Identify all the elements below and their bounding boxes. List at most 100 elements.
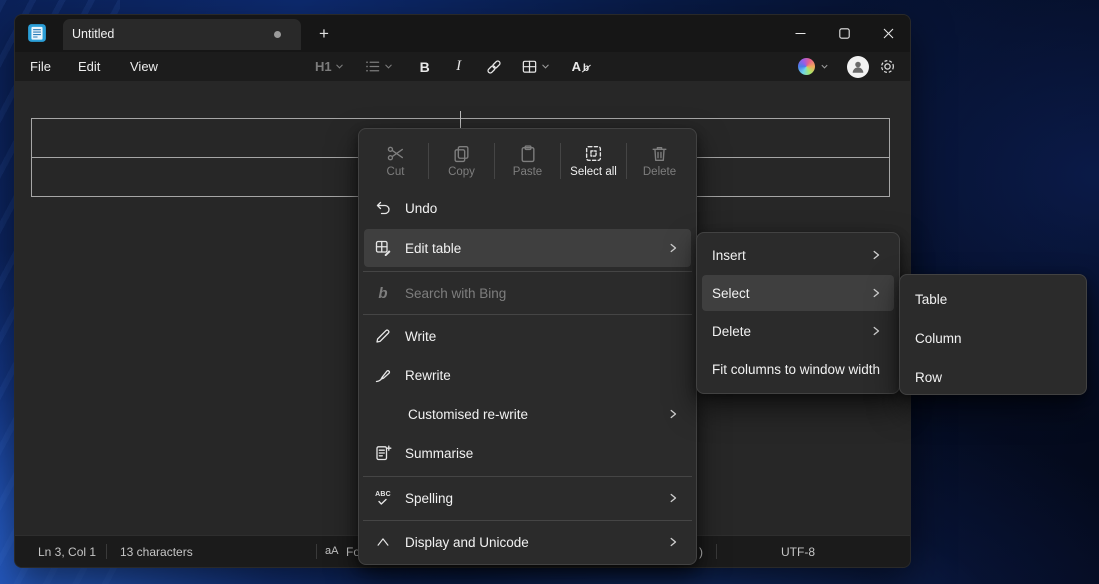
menu-view[interactable]: View [124,52,164,81]
menu-separator [363,271,692,272]
menu-item-label: Display and Unicode [405,535,529,550]
tab-title: Untitled [72,27,114,41]
minimize-icon [795,28,806,39]
maximize-button[interactable] [822,15,866,51]
minimize-button[interactable] [778,15,822,51]
submenu-item-select[interactable]: Select [702,275,894,311]
encoding-indicator: UTF-8 [781,545,815,559]
menu-separator [363,520,692,521]
menu-edit[interactable]: Edit [72,52,106,81]
copilot-dropdown[interactable] [798,58,829,76]
chevron-down-icon [820,58,829,76]
menu-item-write[interactable]: Write [364,317,691,355]
menu-item-display-and-unicode[interactable]: Display and Unicode [364,523,691,561]
select-submenu: Table Column Row [899,274,1087,395]
menu-separator [363,314,692,315]
new-tab-button[interactable]: + [311,21,337,47]
account-button[interactable] [847,56,869,78]
table-dropdown[interactable] [517,54,554,79]
copilot-icon [798,58,815,75]
close-button[interactable] [866,15,910,51]
unsaved-changes-dot [274,31,281,38]
chevron-right-icon [667,242,679,254]
font-size-icon: aA [325,545,338,557]
cut-icon [386,144,405,163]
bold-button[interactable]: B [413,54,437,79]
chevron-right-icon [667,408,679,420]
paste-icon [518,144,537,163]
menu-file[interactable]: File [24,52,57,81]
list-dropdown [360,54,397,79]
submenu-item-row[interactable]: Row [905,359,1081,395]
menu-item-search-with-bing: b Search with Bing [364,274,691,312]
menu-item-edit-table[interactable]: Edit table [364,229,691,267]
submenu-item-insert[interactable]: Insert [702,237,894,273]
submenu-item-label: Select [712,286,750,301]
copy-label: Copy [448,166,475,178]
context-menu: Cut Copy Paste Select all Delete Undo [358,128,697,565]
submenu-item-label: Column [915,331,962,346]
submenu-item-delete[interactable]: Delete [702,313,894,349]
menu-item-label: Search with Bing [405,286,506,301]
menu-item-label: Rewrite [405,368,451,383]
toolbar-right-group [798,52,896,81]
clear-formatting-button[interactable]: Ab [568,54,594,79]
format-toolbar: H1 B I Ab [311,52,593,81]
bing-icon: b [373,285,393,302]
submenu-item-label: Delete [712,324,751,339]
menu-item-summarise[interactable]: Summarise [364,434,691,472]
clear-formatting-icon: A [572,59,581,74]
caret-up-icon [373,534,393,550]
table-icon [521,58,538,75]
link-icon [485,58,503,76]
menu-item-label: Undo [405,201,437,216]
toolbar: File Edit View H1 B I Ab [15,52,910,81]
quick-actions-row: Cut Copy Paste Select all Delete [363,135,692,187]
pencil-icon [373,327,393,345]
line-ending-fragment: ) [699,545,703,559]
italic-label: I [456,58,461,75]
settings-button[interactable] [879,58,896,75]
submenu-item-table[interactable]: Table [905,281,1081,317]
submenu-item-column[interactable]: Column [905,320,1081,356]
submenu-item-fit-columns[interactable]: Fit columns to window width [702,351,894,387]
menu-item-spelling[interactable]: ABC Spelling [364,479,691,517]
edit-table-submenu: Insert Select Delete Fit columns to wind… [696,232,900,394]
menu-item-undo[interactable]: Undo [364,189,691,227]
chevron-right-icon [667,536,679,548]
notepad-app-icon [27,23,47,43]
maximize-icon [839,28,850,39]
chevron-right-icon [667,492,679,504]
chevron-down-icon [335,58,344,76]
menu-item-label: Write [405,329,436,344]
menu-item-rewrite[interactable]: Rewrite [364,356,691,394]
edit-table-icon [373,239,393,257]
menu-item-label: Summarise [405,446,473,461]
clear-formatting-icon-sub: b [583,63,589,74]
copy-button: Copy [429,135,494,187]
paste-label: Paste [513,166,542,178]
submenu-item-label: Insert [712,248,746,263]
character-count: 13 characters [120,545,193,559]
tab-untitled[interactable]: Untitled [63,19,301,50]
chevron-down-icon [541,58,550,76]
menu-separator [363,476,692,477]
menu-item-customised-re-write[interactable]: Customised re-write [364,395,691,433]
chevron-right-icon [870,325,882,337]
chevron-down-icon [384,58,393,76]
heading-dropdown: H1 [311,54,348,79]
status-divider [106,544,107,559]
status-divider [316,544,317,559]
chevron-right-icon [870,249,882,261]
text-caret [460,111,461,129]
select-all-label: Select all [570,166,617,178]
chevron-right-icon [870,287,882,299]
paste-button: Paste [495,135,560,187]
cursor-position: Ln 3, Col 1 [38,545,96,559]
italic-button[interactable]: I [447,54,471,79]
desktop: { "window": { "tab_title": "Untitled", "… [0,0,1099,584]
select-all-button[interactable]: Select all [561,135,626,187]
link-button[interactable] [481,54,507,79]
copy-icon [452,144,471,163]
bold-label: B [420,59,430,75]
